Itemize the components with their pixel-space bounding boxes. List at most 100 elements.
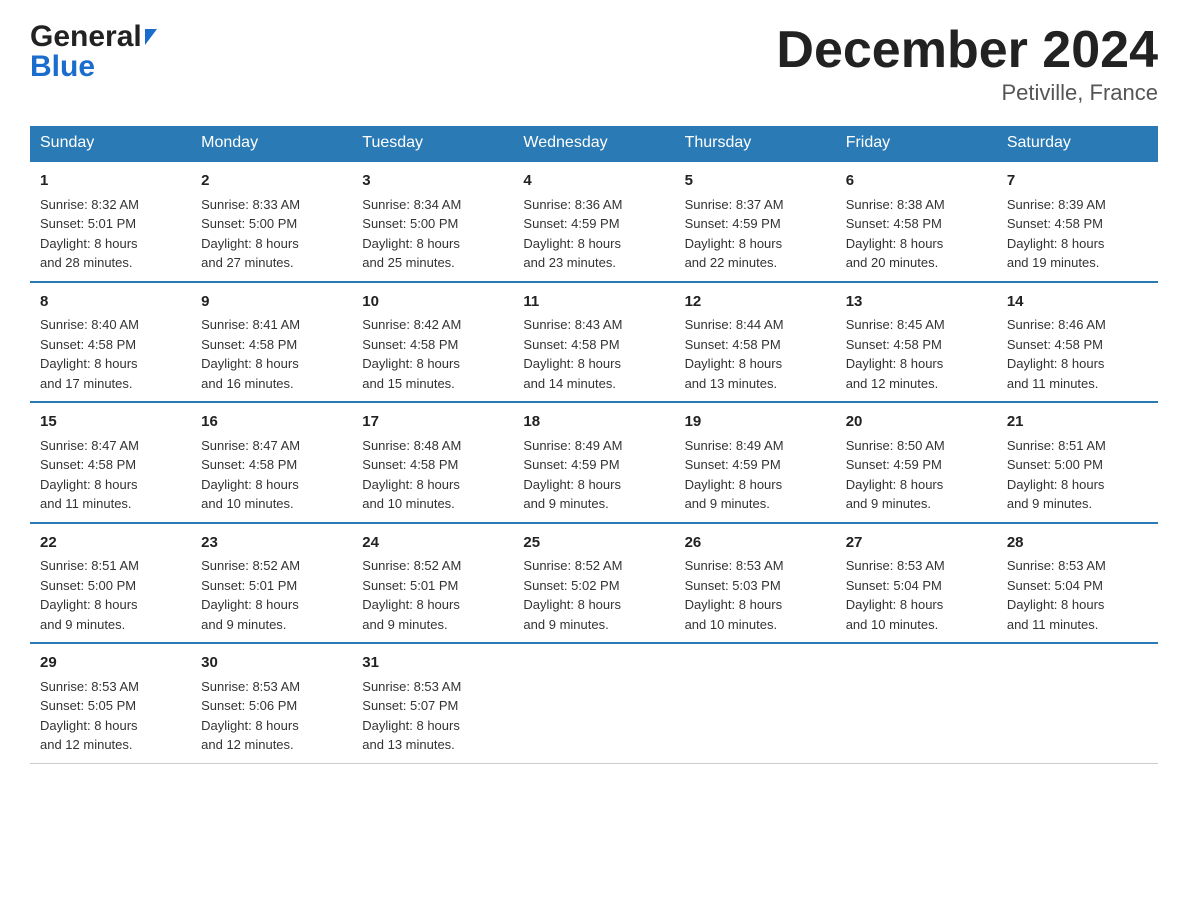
calendar-cell: 12Sunrise: 8:44 AMSunset: 4:58 PMDayligh… [675, 282, 836, 403]
day-number: 7 [1007, 170, 1148, 193]
calendar-cell: 26Sunrise: 8:53 AMSunset: 5:03 PMDayligh… [675, 523, 836, 644]
day-info: Sunrise: 8:47 AMSunset: 4:58 PMDaylight:… [40, 436, 181, 514]
day-number: 5 [685, 170, 826, 193]
calendar-cell: 14Sunrise: 8:46 AMSunset: 4:58 PMDayligh… [997, 282, 1158, 403]
calendar-cell: 29Sunrise: 8:53 AMSunset: 5:05 PMDayligh… [30, 643, 191, 763]
day-number: 1 [40, 170, 181, 193]
header-saturday: Saturday [997, 126, 1158, 161]
day-number: 18 [523, 411, 664, 434]
calendar-cell: 30Sunrise: 8:53 AMSunset: 5:06 PMDayligh… [191, 643, 352, 763]
day-number: 12 [685, 291, 826, 314]
day-info: Sunrise: 8:39 AMSunset: 4:58 PMDaylight:… [1007, 195, 1148, 273]
calendar-cell: 18Sunrise: 8:49 AMSunset: 4:59 PMDayligh… [513, 402, 674, 523]
day-number: 16 [201, 411, 342, 434]
calendar-cell: 28Sunrise: 8:53 AMSunset: 5:04 PMDayligh… [997, 523, 1158, 644]
calendar-cell: 20Sunrise: 8:50 AMSunset: 4:59 PMDayligh… [836, 402, 997, 523]
day-info: Sunrise: 8:52 AMSunset: 5:01 PMDaylight:… [362, 556, 503, 634]
day-info: Sunrise: 8:46 AMSunset: 4:58 PMDaylight:… [1007, 315, 1148, 393]
day-number: 28 [1007, 532, 1148, 555]
calendar-week-row-5: 29Sunrise: 8:53 AMSunset: 5:05 PMDayligh… [30, 643, 1158, 763]
calendar-cell: 15Sunrise: 8:47 AMSunset: 4:58 PMDayligh… [30, 402, 191, 523]
day-number: 22 [40, 532, 181, 555]
logo-blue-text: Blue [30, 50, 157, 84]
location-text: Petiville, France [776, 80, 1158, 106]
header-thursday: Thursday [675, 126, 836, 161]
header-wednesday: Wednesday [513, 126, 674, 161]
day-number: 9 [201, 291, 342, 314]
day-info: Sunrise: 8:42 AMSunset: 4:58 PMDaylight:… [362, 315, 503, 393]
day-info: Sunrise: 8:53 AMSunset: 5:04 PMDaylight:… [846, 556, 987, 634]
calendar-cell: 24Sunrise: 8:52 AMSunset: 5:01 PMDayligh… [352, 523, 513, 644]
month-title: December 2024 [776, 20, 1158, 80]
calendar-cell: 4Sunrise: 8:36 AMSunset: 4:59 PMDaylight… [513, 161, 674, 282]
calendar-cell: 16Sunrise: 8:47 AMSunset: 4:58 PMDayligh… [191, 402, 352, 523]
calendar-cell: 9Sunrise: 8:41 AMSunset: 4:58 PMDaylight… [191, 282, 352, 403]
day-info: Sunrise: 8:47 AMSunset: 4:58 PMDaylight:… [201, 436, 342, 514]
calendar-cell: 31Sunrise: 8:53 AMSunset: 5:07 PMDayligh… [352, 643, 513, 763]
calendar-cell: 25Sunrise: 8:52 AMSunset: 5:02 PMDayligh… [513, 523, 674, 644]
calendar-cell: 5Sunrise: 8:37 AMSunset: 4:59 PMDaylight… [675, 161, 836, 282]
day-info: Sunrise: 8:48 AMSunset: 4:58 PMDaylight:… [362, 436, 503, 514]
day-number: 2 [201, 170, 342, 193]
day-number: 24 [362, 532, 503, 555]
day-info: Sunrise: 8:38 AMSunset: 4:58 PMDaylight:… [846, 195, 987, 273]
day-info: Sunrise: 8:53 AMSunset: 5:03 PMDaylight:… [685, 556, 826, 634]
day-number: 17 [362, 411, 503, 434]
day-info: Sunrise: 8:45 AMSunset: 4:58 PMDaylight:… [846, 315, 987, 393]
calendar-week-row-4: 22Sunrise: 8:51 AMSunset: 5:00 PMDayligh… [30, 523, 1158, 644]
day-info: Sunrise: 8:43 AMSunset: 4:58 PMDaylight:… [523, 315, 664, 393]
day-number: 4 [523, 170, 664, 193]
calendar-cell: 7Sunrise: 8:39 AMSunset: 4:58 PMDaylight… [997, 161, 1158, 282]
calendar-cell: 27Sunrise: 8:53 AMSunset: 5:04 PMDayligh… [836, 523, 997, 644]
day-number: 25 [523, 532, 664, 555]
page-header: General Blue December 2024 Petiville, Fr… [30, 20, 1158, 106]
calendar-cell [836, 643, 997, 763]
day-info: Sunrise: 8:37 AMSunset: 4:59 PMDaylight:… [685, 195, 826, 273]
day-number: 26 [685, 532, 826, 555]
day-number: 3 [362, 170, 503, 193]
header-sunday: Sunday [30, 126, 191, 161]
calendar-cell: 1Sunrise: 8:32 AMSunset: 5:01 PMDaylight… [30, 161, 191, 282]
day-info: Sunrise: 8:53 AMSunset: 5:07 PMDaylight:… [362, 677, 503, 755]
header-tuesday: Tuesday [352, 126, 513, 161]
day-number: 13 [846, 291, 987, 314]
calendar-cell: 2Sunrise: 8:33 AMSunset: 5:00 PMDaylight… [191, 161, 352, 282]
day-number: 20 [846, 411, 987, 434]
day-number: 23 [201, 532, 342, 555]
day-info: Sunrise: 8:53 AMSunset: 5:06 PMDaylight:… [201, 677, 342, 755]
calendar-cell: 22Sunrise: 8:51 AMSunset: 5:00 PMDayligh… [30, 523, 191, 644]
day-number: 29 [40, 652, 181, 675]
day-number: 21 [1007, 411, 1148, 434]
day-number: 14 [1007, 291, 1148, 314]
day-info: Sunrise: 8:49 AMSunset: 4:59 PMDaylight:… [523, 436, 664, 514]
day-number: 15 [40, 411, 181, 434]
calendar-cell: 10Sunrise: 8:42 AMSunset: 4:58 PMDayligh… [352, 282, 513, 403]
day-info: Sunrise: 8:50 AMSunset: 4:59 PMDaylight:… [846, 436, 987, 514]
header-monday: Monday [191, 126, 352, 161]
calendar-cell: 17Sunrise: 8:48 AMSunset: 4:58 PMDayligh… [352, 402, 513, 523]
calendar-cell: 11Sunrise: 8:43 AMSunset: 4:58 PMDayligh… [513, 282, 674, 403]
day-info: Sunrise: 8:33 AMSunset: 5:00 PMDaylight:… [201, 195, 342, 273]
calendar-cell: 23Sunrise: 8:52 AMSunset: 5:01 PMDayligh… [191, 523, 352, 644]
calendar-cell: 6Sunrise: 8:38 AMSunset: 4:58 PMDaylight… [836, 161, 997, 282]
day-number: 8 [40, 291, 181, 314]
day-number: 31 [362, 652, 503, 675]
day-info: Sunrise: 8:49 AMSunset: 4:59 PMDaylight:… [685, 436, 826, 514]
calendar-cell [513, 643, 674, 763]
day-number: 30 [201, 652, 342, 675]
title-section: December 2024 Petiville, France [776, 20, 1158, 106]
day-number: 27 [846, 532, 987, 555]
logo-arrow-icon [145, 29, 157, 45]
calendar-cell: 3Sunrise: 8:34 AMSunset: 5:00 PMDaylight… [352, 161, 513, 282]
day-info: Sunrise: 8:52 AMSunset: 5:02 PMDaylight:… [523, 556, 664, 634]
day-info: Sunrise: 8:53 AMSunset: 5:04 PMDaylight:… [1007, 556, 1148, 634]
calendar-week-row-3: 15Sunrise: 8:47 AMSunset: 4:58 PMDayligh… [30, 402, 1158, 523]
day-info: Sunrise: 8:41 AMSunset: 4:58 PMDaylight:… [201, 315, 342, 393]
day-number: 10 [362, 291, 503, 314]
logo: General Blue [30, 20, 157, 84]
day-info: Sunrise: 8:53 AMSunset: 5:05 PMDaylight:… [40, 677, 181, 755]
calendar-cell [997, 643, 1158, 763]
day-number: 19 [685, 411, 826, 434]
day-info: Sunrise: 8:36 AMSunset: 4:59 PMDaylight:… [523, 195, 664, 273]
day-info: Sunrise: 8:32 AMSunset: 5:01 PMDaylight:… [40, 195, 181, 273]
